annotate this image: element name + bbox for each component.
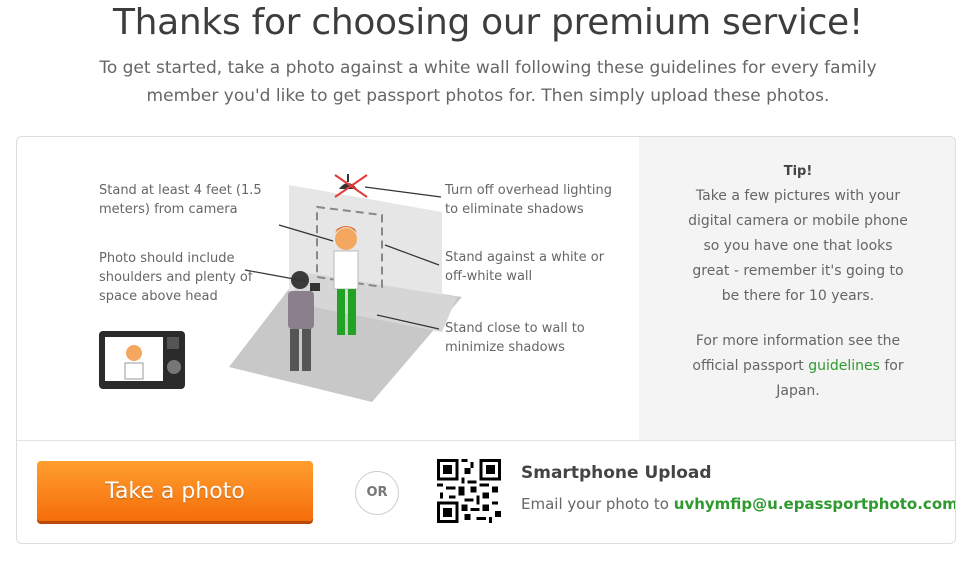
note-lighting: Turn off overhead lighting to eliminate …: [445, 183, 613, 217]
upload-email-link[interactable]: uvhymfip@u.epassportphoto.com: [674, 495, 955, 513]
take-photo-button[interactable]: Take a photo: [37, 461, 313, 521]
camera-icon: [99, 331, 185, 389]
page-subtitle: To get started, take a photo against a w…: [99, 58, 877, 106]
tip-body: Take a few pictures with your digital ca…: [688, 188, 908, 304]
tip-panel: Tip! Take a few pictures with your digit…: [639, 137, 955, 440]
overhead-light-off-icon: [334, 174, 368, 198]
tip-more-info: For more information see the official pa…: [683, 329, 913, 404]
tip-title: Tip!: [783, 164, 813, 179]
or-separator: OR: [355, 471, 399, 515]
note-close: Stand close to wall to minimize shadows: [445, 321, 585, 355]
note-wall: Stand against a white or off-white wall: [445, 250, 605, 284]
card-divider: [17, 440, 955, 441]
guidelines-link[interactable]: guidelines: [808, 358, 880, 374]
note-distance: Stand at least 4 feet (1.5 meters) from …: [99, 183, 262, 217]
email-prefix: Email your photo to: [521, 495, 669, 513]
smartphone-upload-title: Smartphone Upload: [521, 463, 712, 483]
photo-guidelines-illustration: Stand at least 4 feet (1.5 meters) from …: [17, 137, 639, 440]
qr-code-icon: [437, 459, 501, 523]
smartphone-email-line: Email your photo to uvhymfip@u.epassport…: [521, 495, 955, 513]
instructions-card: Stand at least 4 feet (1.5 meters) from …: [16, 136, 956, 544]
page-title: Thanks for choosing our premium service!: [112, 2, 864, 43]
note-framing: Photo should include shoulders and plent…: [99, 251, 253, 304]
